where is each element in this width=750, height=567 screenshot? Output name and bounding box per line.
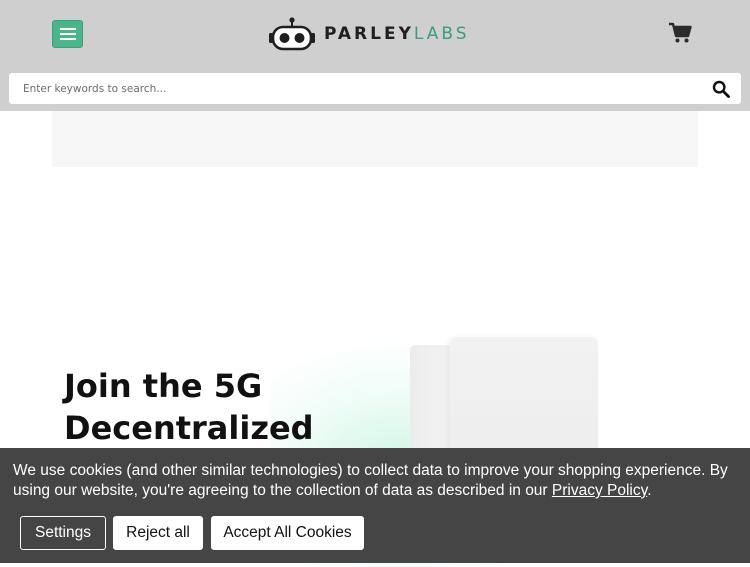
hamburger-bar <box>60 33 76 35</box>
site-logo[interactable]: PARLEYLABS <box>268 16 470 52</box>
brand-name-light: LABS <box>413 24 470 44</box>
site-header: PARLEYLABS <box>0 0 750 111</box>
reject-all-button[interactable]: Reject all <box>113 516 203 550</box>
promo-banner-placeholder <box>52 111 698 167</box>
search-input[interactable] <box>9 73 699 104</box>
search-bar <box>9 73 741 104</box>
hamburger-menu-icon <box>60 28 76 30</box>
hero-title: Join the 5G Decentralized <box>64 367 314 447</box>
cookie-message-end: . <box>647 482 652 499</box>
cart-button[interactable] <box>668 22 692 44</box>
cookie-settings-button[interactable]: Settings <box>20 516 106 550</box>
shopping-cart-icon <box>669 22 692 43</box>
menu-button[interactable] <box>52 20 83 48</box>
brand-name-bold: PARLEY <box>324 24 414 44</box>
accept-all-cookies-button[interactable]: Accept All Cookies <box>211 516 364 550</box>
cookie-message: We use cookies (and other similar techno… <box>13 461 737 501</box>
brand-name: PARLEYLABS <box>324 24 470 44</box>
privacy-policy-link[interactable]: Privacy Policy <box>552 482 647 499</box>
search-icon[interactable] <box>712 80 730 98</box>
hamburger-bar <box>60 38 76 40</box>
cookie-consent-banner: We use cookies (and other similar techno… <box>0 448 750 563</box>
robot-logo-icon <box>269 17 315 51</box>
